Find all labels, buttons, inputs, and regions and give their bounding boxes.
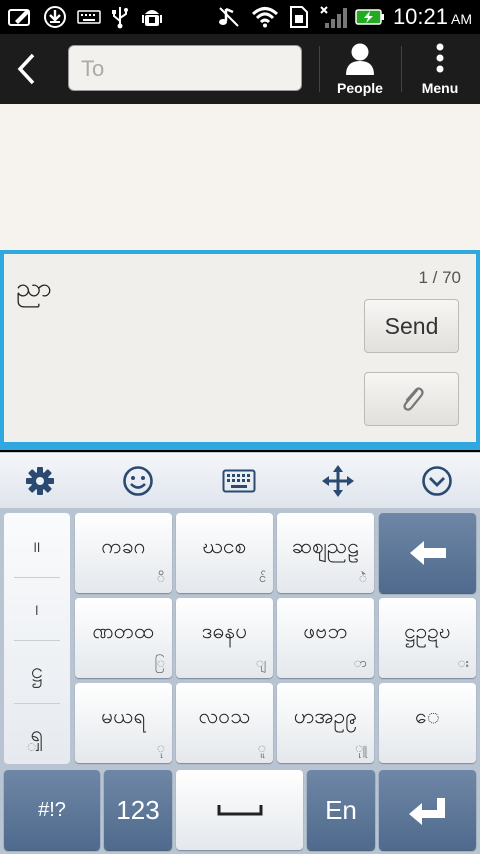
android-debug-icon [140,5,164,29]
key-main-label: ဆဈညဠ [291,534,360,558]
key-la-wa-sa[interactable]: လဝသူ [176,683,273,763]
key-ligature-1[interactable]: ဋ္ဌ [4,641,70,703]
clock-time: 10:21 [392,4,448,29]
key-main-label: ကခဂ [101,534,146,558]
backspace-icon [409,541,446,565]
status-clock: 10:21 AM [393,4,472,30]
edit-icon [6,5,34,29]
key-main-label: ဖဗဘ [303,619,348,643]
people-label: People [337,80,383,96]
key-sub-label: ံဲ [358,571,367,586]
message-text: ညာ [16,273,52,303]
enter-icon [408,798,445,825]
key-nna-ta-tha[interactable]: ဏတထြ [75,598,172,678]
key-main-label: ဟအဥ၉ [293,704,358,728]
paperclip-icon [402,387,424,411]
key-sub-label: ျ [255,656,266,671]
enter-key[interactable] [379,770,476,850]
person-icon [346,43,374,75]
key-main-label: မယရ [101,704,146,728]
battery-charging-icon [354,5,386,29]
keyboard-switch-icon[interactable] [221,464,257,498]
key-sub-label: ုူ [355,741,367,756]
key-sub-label: ု [156,741,165,756]
key-sub-label: င် [258,571,266,586]
conversation-area [0,104,480,250]
move-icon[interactable] [321,464,355,498]
to-recipient-input[interactable]: To [68,45,302,91]
people-button[interactable]: People [320,34,400,104]
status-bar: 10:21 AM [0,0,480,34]
mute-icon [216,5,242,29]
key-gha-nga-ca[interactable]: ဃငစင် [176,513,273,593]
clock-ampm: AM [451,11,472,27]
key-label: ။ [33,532,41,558]
language-key[interactable]: En [307,770,375,850]
key-sub-label: ိ [156,571,165,586]
sim-card-icon [286,5,312,29]
key-sub-label: ူ [257,741,266,756]
key-ka-kha-ga[interactable]: ကခဂိ [75,513,172,593]
key-main-label: ဋ္ဌဥဍဎ [404,619,451,643]
key-pha-ba-bha[interactable]: ဖဗဘာ [277,598,374,678]
send-button[interactable]: Send [364,299,459,353]
key-label: #!? [38,798,66,821]
settings-icon[interactable] [23,464,57,498]
wifi-icon [250,5,280,29]
key-comma-mark[interactable]: ၊ [4,578,70,640]
smiley-icon[interactable] [121,464,155,498]
key-label: ဋ္ဌ [31,658,43,684]
key-label: ၊ [35,595,39,621]
key-main-label: ဃငစ [202,534,247,558]
send-label: Send [384,312,439,339]
key-main-label: ေ [415,704,440,728]
space-key[interactable] [176,770,303,850]
back-arrow-icon [17,53,35,85]
key-ligature-2[interactable]: ၡ္ [4,704,70,766]
key-e-vowel[interactable]: ေ [379,683,476,763]
menu-label: Menu [421,80,459,96]
key-label: En [325,794,357,825]
key-ma-ya-ra[interactable]: မယရု [75,683,172,763]
key-section-mark[interactable]: ။ [4,515,70,577]
usb-icon [108,5,132,29]
key-label: 123 [116,794,160,825]
keyboard-icon [76,5,102,29]
collapse-icon[interactable] [420,464,454,498]
no-signal-icon [318,5,348,29]
space-bar-icon [217,805,262,816]
key-cha-ja-nya[interactable]: ဆဈညဠံဲ [277,513,374,593]
key-sub-label: ာ [353,656,367,671]
back-button[interactable] [0,34,52,104]
key-label: ၡ္ [30,721,44,747]
key-sub-label: း [457,656,469,671]
attach-button[interactable] [364,372,459,426]
key-main-label: ဒဓနပ [201,619,248,643]
backspace-key[interactable] [379,513,476,593]
key-sub-label: ြ [154,656,165,671]
key-ha-a-u[interactable]: ဟအဥ၉ုူ [277,683,374,763]
key-main-label: လဝသ [198,704,251,728]
character-counter: 1 / 70 [418,268,461,287]
key-da-dha-na-pa[interactable]: ဒဓနပျ [176,598,273,678]
numbers-key[interactable]: 123 [104,770,172,850]
key-tta-ttha-dda[interactable]: ဋ္ဌဥဍဎး [379,598,476,678]
key-main-label: ဏတထ [92,619,155,643]
overflow-menu-icon [436,43,444,73]
symbols-key[interactable]: #!? [4,770,100,850]
menu-button[interactable]: Menu [402,34,478,104]
download-icon [42,5,68,29]
